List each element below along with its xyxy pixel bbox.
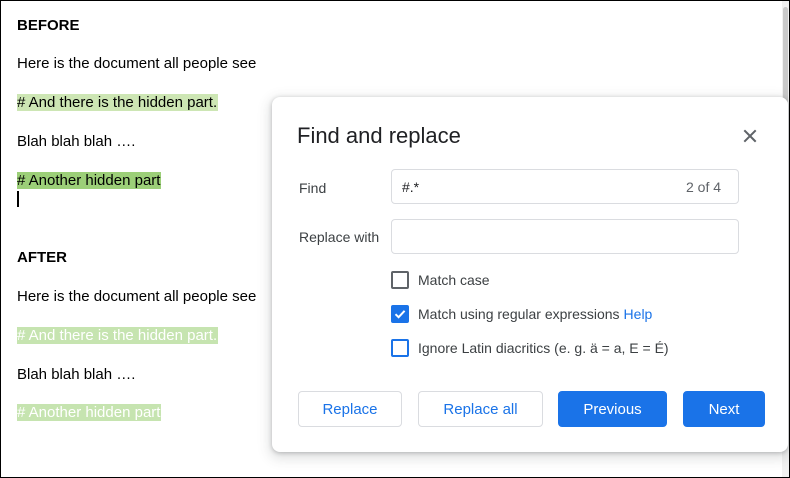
match-case-checkbox[interactable] bbox=[391, 271, 409, 289]
regex-checkbox[interactable] bbox=[391, 305, 409, 323]
ignore-diacritics-option[interactable]: Ignore Latin diacritics (e. g. ä = a, E … bbox=[391, 338, 669, 358]
replace-label: Replace with bbox=[299, 229, 380, 245]
replace-input[interactable] bbox=[391, 219, 739, 254]
ignore-diacritics-label: Ignore Latin diacritics (e. g. ä = a, E … bbox=[418, 340, 669, 356]
help-link[interactable]: Help bbox=[624, 306, 653, 322]
document-line-match: # And there is the hidden part. bbox=[17, 94, 219, 112]
regex-label-text: Match using regular expressions bbox=[418, 306, 620, 322]
find-replace-dialog: Find and replace Find 2 of 4 Replace wit… bbox=[272, 97, 788, 452]
find-label: Find bbox=[299, 180, 327, 196]
app-window: BEFORE Here is the document all people s… bbox=[0, 0, 790, 478]
match-count: 2 of 4 bbox=[686, 179, 722, 195]
search-match-highlight: # And there is the hidden part. bbox=[17, 94, 219, 111]
ignore-diacritics-checkbox[interactable] bbox=[391, 339, 409, 357]
document-line-hidden: # Another hidden part bbox=[17, 404, 162, 422]
previous-button[interactable]: Previous bbox=[558, 391, 667, 427]
document-line-hidden: # And there is the hidden part. bbox=[17, 327, 219, 345]
document-line: Here is the document all people see bbox=[17, 55, 257, 72]
dialog-title: Find and replace bbox=[297, 123, 461, 148]
replace-button[interactable]: Replace bbox=[298, 391, 402, 427]
checkmark-icon bbox=[394, 310, 406, 319]
hidden-text-highlight: # Another hidden part bbox=[17, 404, 162, 421]
current-match-highlight: # Another hidden part bbox=[17, 172, 162, 189]
document-line: Blah blah blah …. bbox=[17, 133, 136, 150]
document-line: Here is the document all people see bbox=[17, 288, 257, 305]
regex-option[interactable]: Match using regular expressions Help bbox=[391, 304, 652, 324]
after-heading: AFTER bbox=[17, 249, 67, 266]
close-button[interactable] bbox=[738, 124, 762, 148]
regex-label: Match using regular expressions Help bbox=[418, 306, 652, 322]
close-icon bbox=[743, 129, 757, 143]
scrollbar-thumb[interactable] bbox=[783, 7, 788, 103]
hidden-text-highlight: # And there is the hidden part. bbox=[17, 327, 219, 344]
replace-all-button[interactable]: Replace all bbox=[418, 391, 543, 427]
next-button[interactable]: Next bbox=[683, 391, 765, 427]
match-case-label: Match case bbox=[418, 272, 490, 288]
text-cursor bbox=[17, 191, 19, 207]
document-line: Blah blah blah …. bbox=[17, 366, 136, 383]
before-heading: BEFORE bbox=[17, 17, 80, 34]
document-line-current-match: # Another hidden part bbox=[17, 172, 162, 190]
match-case-option[interactable]: Match case bbox=[391, 270, 490, 290]
